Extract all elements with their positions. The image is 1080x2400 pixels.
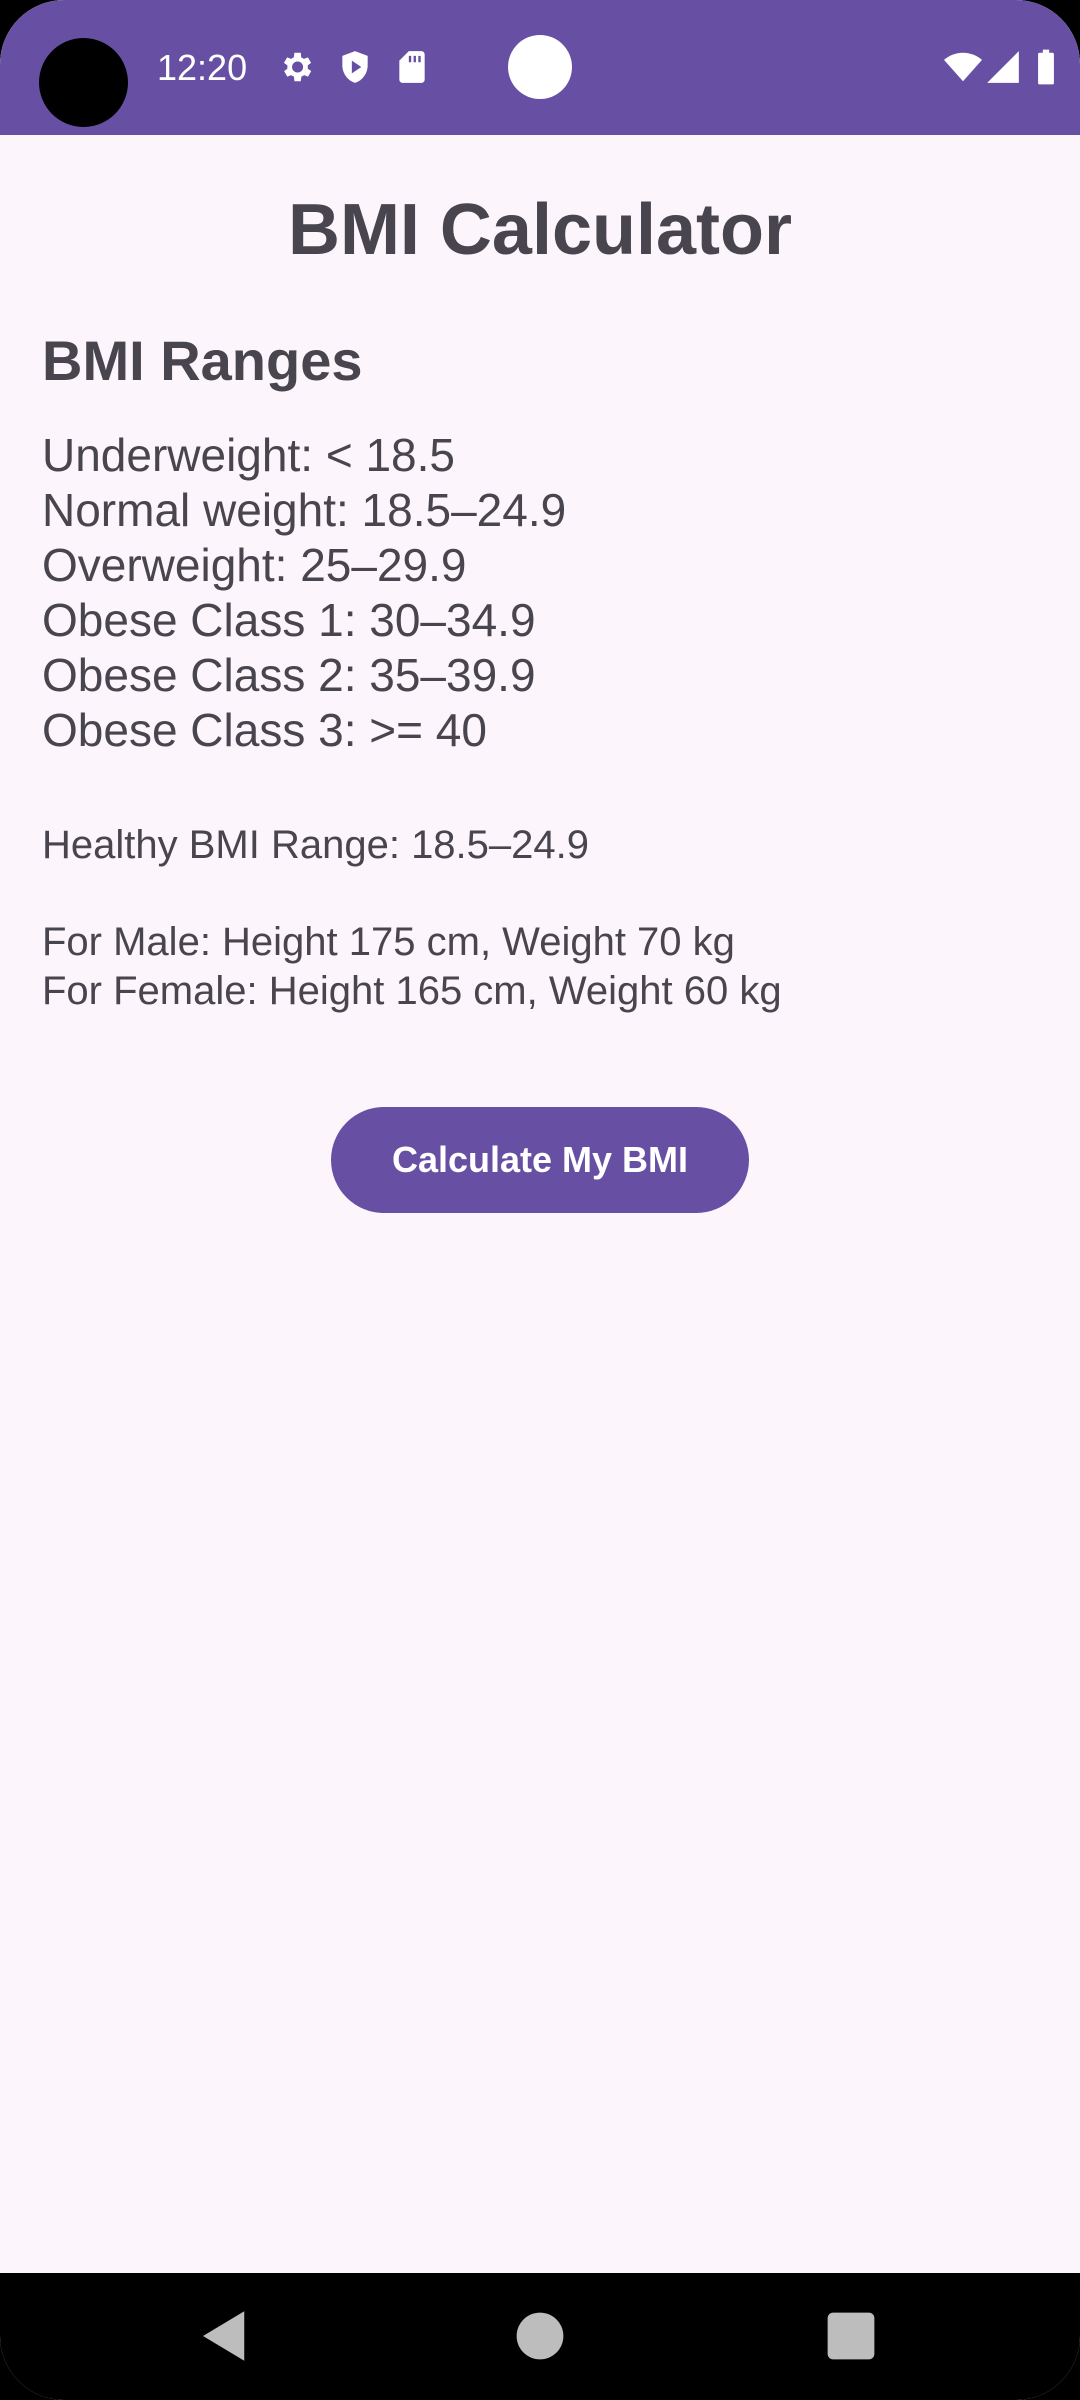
battery-icon (1038, 49, 1054, 85)
ideal-female-text: For Female: Height 165 cm, Weight 60 kg (42, 969, 782, 1013)
gear-icon (283, 52, 312, 82)
ideal-measurements: For Male: Height 175 cm, Weight 70 kg Fo… (42, 918, 782, 1016)
front-sensor-dot (508, 35, 572, 99)
range-overweight: Overweight: 25–29.9 (42, 539, 467, 591)
status-bar: 12:20 (0, 0, 1080, 135)
bmi-ranges-heading: BMI Ranges (42, 329, 363, 392)
range-obese-3: Obese Class 3: >= 40 (42, 704, 487, 756)
range-obese-2: Obese Class 2: 35–39.9 (42, 649, 536, 701)
healthy-range-text: Healthy BMI Range: 18.5–24.9 (42, 823, 590, 867)
back-icon[interactable] (192, 2303, 258, 2369)
wifi-icon (944, 52, 982, 82)
range-normal: Normal weight: 18.5–24.9 (42, 484, 567, 536)
home-icon[interactable] (507, 2303, 573, 2369)
app-screen: 12:20 BMI Calculator BMI Ranges Underwei… (0, 0, 1080, 2400)
recents-icon[interactable] (818, 2303, 884, 2369)
status-time: 12:20 (157, 47, 248, 88)
bmi-ranges-list: Underweight: < 18.5 Normal weight: 18.5–… (42, 428, 566, 758)
sd-card-icon (399, 51, 425, 83)
range-obese-1: Obese Class 1: 30–34.9 (42, 594, 536, 646)
calculate-bmi-button[interactable]: Calculate My BMI (331, 1107, 749, 1213)
page-title: BMI Calculator (287, 190, 793, 270)
system-nav-bar (0, 2273, 1080, 2400)
camera-cutout (39, 38, 128, 127)
signal-icon (987, 51, 1019, 83)
shield-play-icon (342, 51, 368, 83)
ideal-male-text: For Male: Height 175 cm, Weight 70 kg (42, 920, 735, 964)
range-underweight: Underweight: < 18.5 (42, 429, 455, 481)
